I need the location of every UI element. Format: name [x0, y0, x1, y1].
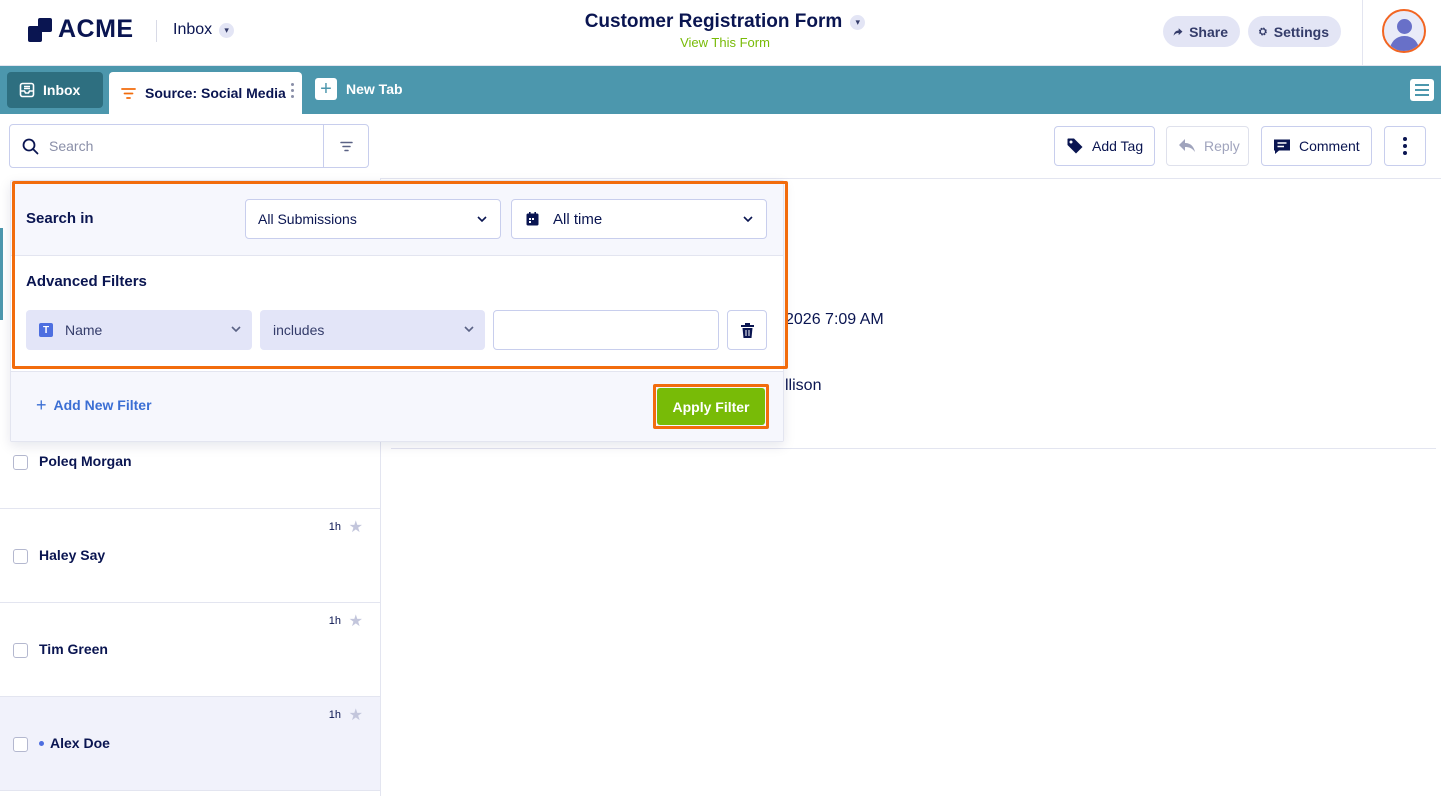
hamburger-menu-icon[interactable]: [1410, 79, 1434, 101]
app-header: ACME Inbox ▾ Customer Registration Form …: [0, 0, 1441, 66]
comment-icon: [1274, 139, 1290, 154]
share-label: Share: [1189, 23, 1228, 40]
unread-dot: [39, 741, 44, 746]
submitter-name: Haley Say: [39, 547, 106, 563]
plus-icon: +: [315, 78, 337, 100]
more-vertical-icon: [1403, 137, 1407, 155]
tab-source-social-media[interactable]: Source: Social Media: [109, 72, 302, 114]
submitter-name: Poleq Morgan: [39, 453, 132, 469]
search-box: [9, 124, 324, 168]
submitter-name: Alex Doe: [50, 735, 110, 751]
settings-label: Settings: [1273, 23, 1329, 40]
submission-time: 1h: [328, 615, 341, 627]
new-tab-button[interactable]: + New Tab: [315, 78, 403, 100]
tab-options-icon[interactable]: [291, 83, 294, 98]
submission-time: 1h: [328, 709, 341, 721]
apply-filter-label: Apply Filter: [672, 398, 750, 415]
list-item[interactable]: 1h ★ Haley Say: [0, 509, 380, 603]
star-icon[interactable]: ★: [349, 611, 363, 631]
row-checkbox[interactable]: [13, 549, 28, 564]
delete-filter-button[interactable]: [727, 310, 767, 350]
more-options-button[interactable]: [1384, 126, 1426, 166]
filter-field-select[interactable]: T Name: [26, 310, 252, 350]
acme-logo[interactable]: ACME: [28, 15, 134, 44]
chevron-down-icon: [743, 216, 753, 223]
form-title-text: Customer Registration Form: [584, 11, 843, 32]
comment-label: Comment: [1299, 138, 1360, 154]
detail-divider: [391, 448, 1436, 449]
header-divider: [156, 20, 157, 42]
comment-button[interactable]: Comment: [1261, 126, 1372, 166]
tab-bar: Inbox Source: Social Media + New Tab: [0, 66, 1441, 114]
apply-filter-button[interactable]: Apply Filter: [657, 388, 765, 425]
gear-icon: [1258, 27, 1267, 36]
tab-inbox[interactable]: Inbox: [7, 72, 103, 108]
search-icon: [22, 138, 39, 154]
acme-logo-mark: [28, 17, 52, 42]
chevron-down-icon: ▾: [850, 14, 866, 30]
calendar-icon: [526, 212, 539, 226]
selected-indicator: [0, 228, 3, 320]
star-icon[interactable]: ★: [349, 705, 363, 725]
row-checkbox[interactable]: [13, 737, 28, 752]
star-icon[interactable]: ★: [349, 517, 363, 537]
submissions-select-value: All Submissions: [258, 211, 357, 227]
submission-time: 1h: [328, 521, 341, 533]
filter-operator-select[interactable]: includes: [260, 310, 485, 350]
filter-value-input[interactable]: [493, 310, 719, 350]
filter-toggle-button[interactable]: [323, 124, 369, 168]
row-checkbox[interactable]: [13, 455, 28, 470]
add-tag-button[interactable]: Add Tag: [1054, 126, 1155, 166]
share-button[interactable]: Share: [1163, 16, 1240, 47]
toolbar-divider: [380, 178, 1441, 179]
search-in-label: Search in: [26, 210, 94, 227]
settings-button[interactable]: Settings: [1248, 16, 1341, 47]
chevron-down-icon: [231, 326, 241, 333]
new-tab-label: New Tab: [346, 81, 403, 97]
filter-operator-value: includes: [273, 322, 325, 338]
tab-inbox-label: Inbox: [43, 82, 81, 98]
submission-name: llison: [785, 377, 822, 394]
time-range-select[interactable]: All time: [511, 199, 767, 239]
header-divider-right: [1362, 0, 1363, 66]
plus-icon: +: [36, 395, 47, 415]
advanced-filters-label: Advanced Filters: [26, 273, 147, 290]
add-new-filter-label: Add New Filter: [53, 397, 152, 413]
filter-lines-icon: [339, 141, 353, 151]
inbox-icon: [19, 82, 35, 98]
chevron-down-icon: [477, 216, 487, 223]
add-tag-label: Add Tag: [1092, 138, 1144, 154]
tab-source-label: Source: Social Media: [145, 85, 286, 101]
row-checkbox[interactable]: [13, 643, 28, 658]
tag-icon: [1067, 138, 1083, 154]
chevron-down-icon: ▾: [219, 22, 235, 38]
logo-text: ACME: [58, 15, 134, 43]
view-form-link[interactable]: View This Form: [580, 35, 870, 50]
text-field-icon: T: [39, 323, 53, 337]
filter-field-value: Name: [65, 322, 103, 338]
inbox-menu[interactable]: Inbox ▾: [173, 21, 235, 39]
chevron-down-icon: [464, 326, 474, 333]
form-title[interactable]: Customer Registration Form ▾: [585, 11, 866, 33]
submissions-select[interactable]: All Submissions: [245, 199, 501, 239]
list-item[interactable]: 1h ★ Tim Green: [0, 603, 380, 697]
filter-lines-icon: [121, 87, 136, 99]
form-title-block: Customer Registration Form ▾ View This F…: [580, 11, 870, 50]
time-range-value: All time: [553, 210, 603, 228]
list-item[interactable]: 1h ★ Alex Doe: [0, 697, 380, 791]
user-avatar[interactable]: [1382, 9, 1426, 53]
reply-button[interactable]: Reply: [1166, 126, 1249, 166]
trash-icon: [740, 322, 754, 338]
submitter-name: Tim Green: [39, 641, 108, 657]
inbox-menu-label: Inbox: [173, 21, 213, 38]
search-input[interactable]: [49, 138, 299, 154]
add-new-filter-button[interactable]: + Add New Filter: [36, 396, 152, 414]
reply-label: Reply: [1204, 138, 1240, 154]
reply-icon: [1179, 139, 1195, 152]
submission-date: 2026 7:09 AM: [785, 311, 884, 328]
share-icon: [1173, 27, 1183, 36]
